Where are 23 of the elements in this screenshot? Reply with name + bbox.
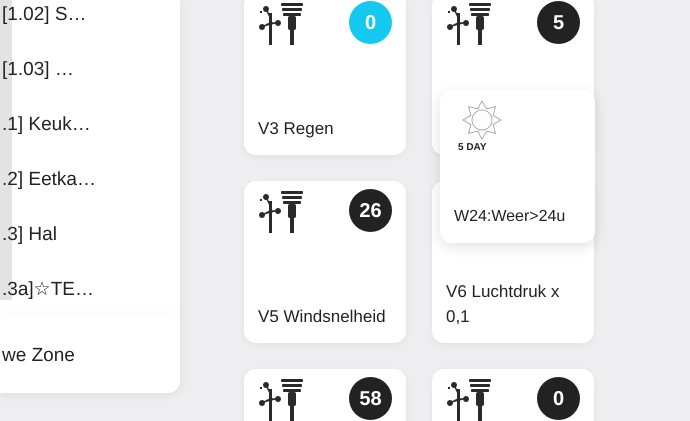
sun-icon: [462, 100, 502, 140]
sensor-tile[interactable]: 0 V3 Regen: [244, 0, 406, 155]
forecast-caption: 5 DAY: [458, 141, 487, 155]
sensor-tile[interactable]: 58: [244, 369, 406, 421]
tile-label: V6 Luchtdruk x 0,1: [446, 281, 560, 328]
sidebar-item[interactable]: .1] Keuk…: [2, 111, 91, 140]
tile-label: V3 Regen: [258, 118, 335, 140]
value-badge: 5: [537, 1, 580, 44]
sidebar-item[interactable]: .2] Eetka…: [2, 166, 96, 195]
sidebar-item[interactable]: [1.02] S…: [2, 1, 86, 30]
sensor-tile[interactable]: 0: [432, 369, 594, 421]
value-badge: 58: [349, 377, 392, 420]
tile-label: V5 Windsnelheid: [258, 306, 387, 328]
sidebar-item[interactable]: .3] Hal: [2, 221, 57, 250]
forecast-tooltip[interactable]: 5 DAY W24:Weer>24u: [440, 90, 595, 243]
value-badge: 0: [349, 1, 392, 44]
value-badge: 26: [349, 189, 392, 232]
sidebar-item[interactable]: .3a]☆TE…: [2, 276, 94, 305]
value-badge: 0: [537, 377, 580, 420]
sidebar-item[interactable]: we Zone: [2, 342, 75, 371]
sidebar-item[interactable]: [1.03] …: [2, 56, 74, 85]
tile-label: W24:Weer>24u: [454, 207, 566, 227]
sensor-tile[interactable]: 26 V5 Windsnelheid: [244, 181, 406, 343]
